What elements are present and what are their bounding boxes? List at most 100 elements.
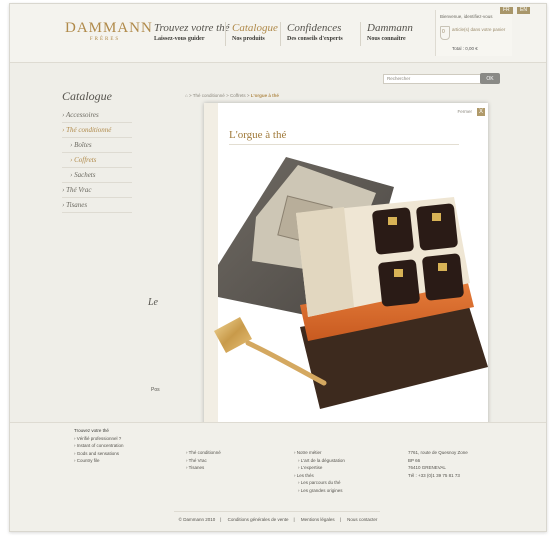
contact-link[interactable]: Nous contacter [347, 517, 377, 522]
cart-count: 0 [442, 29, 445, 35]
footer-divider [174, 511, 380, 512]
footer-link-label: Vérifié professionnel ? [76, 435, 122, 441]
nav-title: Confidences [287, 22, 342, 34]
tea-tin [416, 203, 458, 251]
close-icon[interactable]: X [477, 108, 485, 116]
sidebar-item-the-vrac[interactable]: › Thé Vrac [62, 183, 132, 198]
sidebar-item-tisanes[interactable]: › Tisanes [62, 198, 132, 213]
tin-label [438, 263, 447, 271]
footer-link[interactable]: › Gods and sensations [74, 450, 124, 458]
site-header: DAMMANN FRÈRES Trouvez votre thé Laissez… [10, 4, 546, 63]
footer-link-label: Les grandes origines [300, 487, 343, 493]
footer-heading: Trouvez votre thé [74, 428, 109, 433]
sidebar-item-label: Accessoires [65, 111, 99, 119]
cart-icon[interactable]: 0 [440, 26, 450, 40]
sidebar-item-sachets[interactable]: › Sachets [62, 168, 132, 183]
footer-link[interactable]: › Thé conditionné [186, 449, 221, 457]
background-text-fragment: Pos [151, 387, 160, 393]
sidebar-item-label: Thé Vrac [66, 186, 92, 194]
footer-link[interactable]: › Les grandes origines [294, 487, 345, 495]
login-link[interactable]: Bienvenue, identifiez-vous [440, 14, 493, 19]
nav-divider [360, 22, 361, 46]
phone-line: Tél : +33 (0)1 39 75 81 73 [408, 472, 460, 478]
nav-subtitle: Nos produits [232, 36, 265, 42]
browser-page: DAMMANN FRÈRES Trouvez votre thé Laissez… [9, 3, 547, 532]
sidebar: › Accessoires › Thé conditionné › Boîtes… [62, 108, 132, 213]
sidebar-item-boites[interactable]: › Boîtes [62, 138, 132, 153]
footer-link[interactable]: › Vérifié professionnel ? [74, 435, 124, 443]
footer-col-confidences: › Notre métier › L'art de la dégustation… [294, 449, 345, 494]
sidebar-item-label: Sachets [74, 171, 96, 179]
footer-link-label: Thé conditionné [188, 450, 221, 455]
nav-subtitle: Des conseils d'experts [287, 36, 343, 42]
lang-fr-button[interactable]: FR [500, 7, 513, 14]
address-line: 7761, route de Quesnoy Zone [408, 450, 468, 455]
legal-link[interactable]: Mentions légales [301, 517, 335, 522]
nav-catalogue[interactable]: Catalogue Nos produits [232, 22, 278, 44]
nav-subtitle: Laissez-vous guider [154, 36, 205, 42]
page-title: Catalogue [62, 89, 112, 103]
site-footer: Trouvez votre thé › Vérifié professionne… [10, 422, 546, 531]
address-line: 76410 GRENEVAL [408, 465, 446, 470]
breadcrumb-item[interactable]: Coffrets [230, 93, 246, 98]
sidebar-item-label: Boîtes [74, 141, 92, 149]
close-link[interactable]: Fermer [458, 109, 473, 114]
footer-link[interactable]: › L'expertise [294, 464, 345, 472]
nav-subtitle: Nous connaître [367, 36, 406, 42]
footer-link[interactable]: › Country file [74, 457, 124, 465]
product-image [214, 157, 488, 409]
footer-link[interactable]: › Tisanes [186, 464, 221, 472]
sidebar-item-label: Tisanes [66, 201, 88, 209]
breadcrumb: ⌂ > Thé conditionné > Coffrets > L'orgue… [185, 93, 279, 98]
sidebar-item-accessoires[interactable]: › Accessoires [62, 108, 132, 123]
tin-label [432, 213, 441, 221]
footer-link-label: Thé Vrac [188, 457, 207, 463]
footer-link-label: Country file [76, 458, 100, 463]
search-button[interactable]: OK [480, 73, 500, 84]
nav-dammann[interactable]: Dammann Nous connaître [367, 22, 413, 44]
tin-label [394, 269, 403, 277]
breadcrumb-item[interactable]: Thé conditionné [193, 93, 225, 98]
product-title: L'orgue à thé [229, 129, 287, 141]
footer-link[interactable]: › Les thés [294, 472, 345, 480]
footer-link[interactable]: › Thé Vrac [186, 457, 221, 465]
footer-col-trouvez: Trouvez votre thé › Vérifié professionne… [74, 427, 124, 465]
logo[interactable]: DAMMANN FRÈRES [65, 20, 153, 44]
nav-divider [280, 22, 281, 46]
footer-link-label: Les thés [296, 472, 314, 478]
sidebar-item-label: Coffrets [74, 156, 97, 164]
tea-tin [422, 253, 464, 301]
nav-trouvez[interactable]: Trouvez votre thé Laissez-vous guider [154, 22, 230, 44]
logo-name: DAMMANN [65, 20, 153, 36]
search-input[interactable]: Rechercher [383, 74, 481, 84]
footer-col-catalogue: › Thé conditionné › Thé Vrac › Tisanes [186, 449, 221, 472]
footer-link-label: Les parcours du thé [300, 480, 341, 485]
lang-en-button[interactable]: EN [517, 7, 530, 14]
nav-confidences[interactable]: Confidences Des conseils d'experts [287, 22, 343, 44]
nav-title: Dammann [367, 22, 413, 34]
footer-link-label: Gods and sensations [76, 450, 120, 456]
footer-link-label: L'expertise [300, 465, 323, 470]
logo-subtitle: FRÈRES [89, 37, 121, 42]
tin-label [388, 217, 397, 225]
search-button-label: OK [486, 76, 494, 82]
footer-bottom-links: © Dammann 2010 | Conditions générales de … [178, 517, 378, 522]
footer-address: 7761, route de Quesnoy Zone BP 66 76410 … [408, 449, 468, 479]
footer-link[interactable]: › Notre métier [294, 449, 345, 457]
background-heading-fragment: Le [148, 297, 158, 308]
cart-total: Total : 0,00 € [452, 46, 478, 51]
account-panel: Bienvenue, identifiez-vous 0 article(s) … [435, 10, 512, 56]
sidebar-item-the-conditionne[interactable]: › Thé conditionné [62, 123, 132, 138]
nav-title: Trouvez votre thé [154, 22, 230, 34]
product-lightbox: Fermer X L'orgue à thé [204, 103, 488, 439]
sidebar-item-coffrets[interactable]: › Coffrets [62, 153, 132, 168]
footer-link[interactable]: › Les parcours du thé [294, 479, 345, 487]
terms-link[interactable]: Conditions générales de vente [228, 517, 289, 522]
sidebar-item-label: Thé conditionné [66, 126, 112, 134]
footer-link[interactable]: › L'art de la dégustation [294, 457, 345, 465]
nav-title: Catalogue [232, 22, 278, 34]
cart-summary[interactable]: article(s) dans votre panier [452, 27, 507, 33]
footer-link[interactable]: › Instant of concentration [74, 442, 124, 450]
home-icon[interactable]: ⌂ [185, 93, 188, 98]
tea-tin [372, 207, 414, 255]
